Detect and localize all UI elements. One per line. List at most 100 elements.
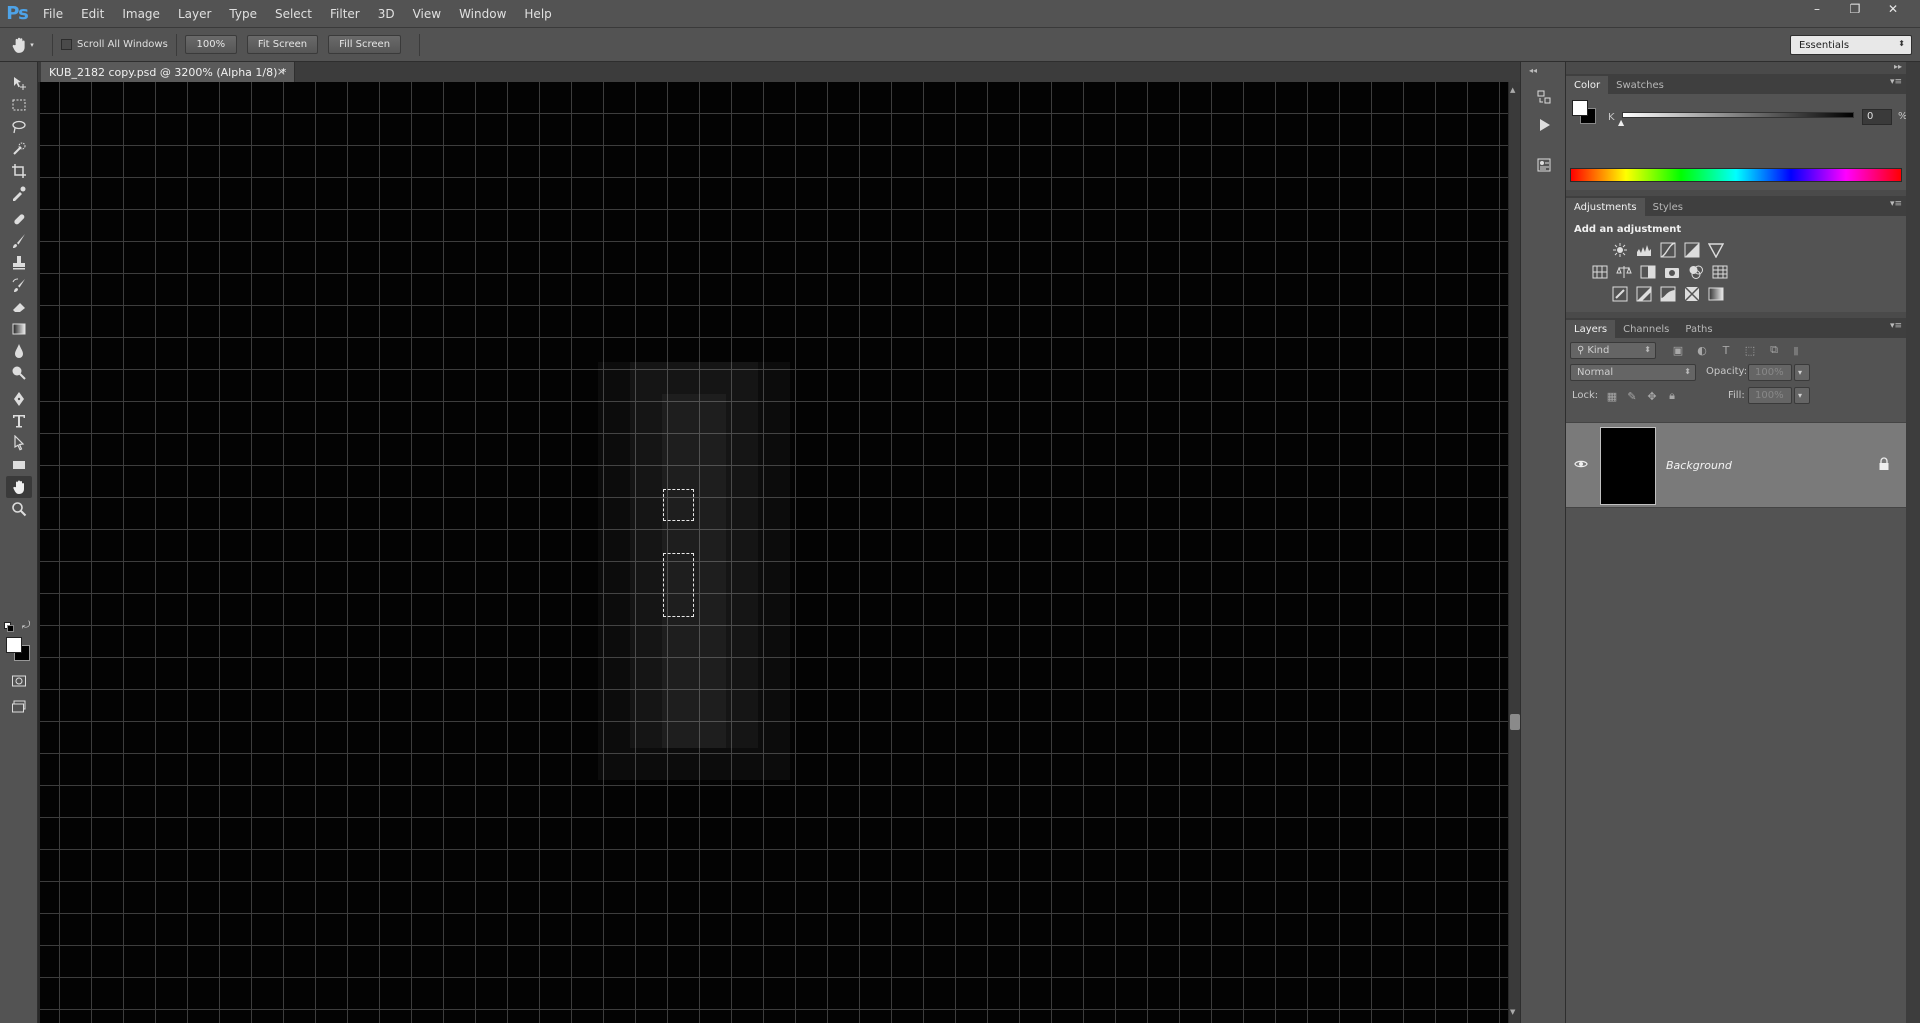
collapse-dock-icon[interactable]: ◂◂ [1529, 66, 1537, 75]
blend-mode-select[interactable]: Normal ⬍ [1570, 364, 1696, 381]
menu-select[interactable]: Select [266, 0, 321, 28]
close-button[interactable]: ✕ [1876, 0, 1910, 18]
screen-mode-icon[interactable] [6, 696, 32, 718]
menu-image[interactable]: Image [113, 0, 169, 28]
gradient-map-icon[interactable] [1708, 286, 1724, 302]
move-tool-icon[interactable] [6, 72, 32, 94]
panel-menu-icon[interactable]: ▾≡ [1890, 77, 1902, 87]
actions-panel-icon[interactable] [1533, 114, 1555, 136]
expand-dock-icon[interactable]: ▸▸ [1894, 62, 1902, 71]
panel-dock-scrollbar[interactable] [1906, 62, 1920, 1023]
properties-panel-icon[interactable] [1533, 154, 1555, 176]
default-colors-icon[interactable] [4, 622, 16, 632]
filter-toggle-icon[interactable]: ▮ [1788, 342, 1804, 358]
exposure-icon[interactable] [1684, 242, 1700, 258]
hand-tool-preset-icon[interactable]: ▾ [0, 28, 44, 62]
color-balance-icon[interactable] [1616, 264, 1632, 280]
curves-icon[interactable] [1660, 242, 1676, 258]
fit-screen-button[interactable]: Fit Screen [246, 35, 319, 54]
history-panel-icon[interactable] [1533, 86, 1555, 108]
photo-filter-icon[interactable] [1664, 264, 1680, 280]
layer-filter-kind-select[interactable]: ⚲ Kind ⬍ [1570, 342, 1656, 359]
swap-colors-icon[interactable]: ⤾ [22, 620, 30, 631]
foreground-color-swatch[interactable] [1572, 100, 1588, 116]
color-swatches[interactable] [6, 637, 30, 661]
quick-selection-icon[interactable] [6, 138, 32, 160]
posterize-icon[interactable] [1636, 286, 1652, 302]
tab-color[interactable]: Color [1566, 76, 1609, 94]
quick-mask-icon[interactable] [6, 670, 32, 692]
rectangle-shape-icon[interactable] [6, 454, 32, 476]
tab-styles[interactable]: Styles [1645, 198, 1691, 216]
document-canvas[interactable] [40, 82, 1508, 1023]
k-value-field[interactable]: 0 [1862, 109, 1892, 125]
healing-brush-icon[interactable] [6, 208, 32, 230]
tab-adjustments[interactable]: Adjustments [1566, 198, 1645, 216]
filter-pixel-icon[interactable]: ▣ [1670, 342, 1686, 358]
lock-all-icon[interactable]: 🔒︎ [1664, 388, 1680, 404]
menu-layer[interactable]: Layer [169, 0, 220, 28]
filter-smart-object-icon[interactable]: ⧉ [1766, 342, 1782, 358]
levels-icon[interactable] [1636, 242, 1652, 258]
color-lookup-icon[interactable] [1712, 264, 1728, 280]
fill-field[interactable]: 100% [1748, 387, 1792, 404]
layer-thumbnail[interactable] [1600, 427, 1656, 505]
panel-menu-icon[interactable]: ▾≡ [1890, 321, 1902, 331]
type-tool-icon[interactable] [6, 410, 32, 432]
path-selection-icon[interactable] [6, 432, 32, 454]
menu-file[interactable]: File [34, 0, 72, 28]
filter-type-icon[interactable]: T [1718, 342, 1734, 358]
minimize-button[interactable]: – [1800, 0, 1834, 18]
workspace-select[interactable]: Essentials ⬍ [1790, 35, 1912, 55]
tab-swatches[interactable]: Swatches [1608, 76, 1672, 94]
menu-edit[interactable]: Edit [72, 0, 113, 28]
vibrance-icon[interactable] [1708, 242, 1724, 258]
foreground-color-swatch[interactable] [6, 637, 22, 653]
zoom-tool-icon[interactable] [6, 498, 32, 520]
panel-menu-icon[interactable]: ▾≡ [1890, 199, 1902, 209]
hue-saturation-icon[interactable] [1592, 264, 1608, 280]
zoom-100-button[interactable]: 100% [184, 35, 237, 54]
layer-row-background[interactable]: Background [1566, 422, 1906, 508]
menu-type[interactable]: Type [220, 0, 266, 28]
pen-tool-icon[interactable] [6, 388, 32, 410]
brush-tool-icon[interactable] [6, 230, 32, 252]
scroll-up-icon[interactable]: ▲ [1510, 86, 1515, 94]
k-slider-handle[interactable]: ▲ [1618, 118, 1624, 127]
fill-screen-button[interactable]: Fill Screen [328, 35, 402, 54]
lock-image-pixels-icon[interactable]: ✎ [1624, 388, 1640, 404]
filter-shape-icon[interactable]: ⬚ [1742, 342, 1758, 358]
gradient-tool-icon[interactable] [6, 318, 32, 340]
rectangular-marquee-icon[interactable] [6, 94, 32, 116]
menu-filter[interactable]: Filter [321, 0, 369, 28]
color-spectrum-bar[interactable] [1570, 168, 1902, 182]
brightness-contrast-icon[interactable] [1612, 242, 1628, 258]
lasso-tool-icon[interactable] [6, 116, 32, 138]
layer-name[interactable]: Background [1666, 459, 1732, 472]
tab-channels[interactable]: Channels [1615, 320, 1677, 338]
k-slider-track[interactable] [1622, 112, 1854, 118]
eraser-tool-icon[interactable] [6, 296, 32, 318]
canvas-vertical-scrollbar[interactable]: ▲ ▼ [1508, 82, 1520, 1023]
fill-dropdown[interactable]: ▾ [1794, 387, 1810, 404]
scrollbar-thumb[interactable] [1510, 714, 1520, 730]
close-tab-icon[interactable]: × [277, 65, 286, 78]
checkbox-box[interactable] [61, 39, 72, 50]
document-tab[interactable]: KUB_2182 copy.psd @ 3200% (Alpha 1/8) * … [41, 62, 295, 82]
selective-color-icon[interactable] [1684, 286, 1700, 302]
hand-tool-icon[interactable] [6, 476, 32, 498]
restore-button[interactable]: ❐ [1838, 0, 1872, 18]
color-panel-swatches[interactable] [1572, 100, 1598, 126]
eye-icon[interactable] [1574, 457, 1590, 473]
black-white-icon[interactable] [1640, 264, 1656, 280]
menu-view[interactable]: View [404, 0, 450, 28]
tab-paths[interactable]: Paths [1677, 320, 1720, 338]
menu-help[interactable]: Help [515, 0, 560, 28]
lock-position-icon[interactable]: ✥ [1644, 388, 1660, 404]
dodge-tool-icon[interactable] [6, 362, 32, 384]
history-brush-icon[interactable] [6, 274, 32, 296]
eyedropper-icon[interactable] [6, 182, 32, 204]
invert-icon[interactable] [1612, 286, 1628, 302]
clone-stamp-icon[interactable] [6, 252, 32, 274]
menu-window[interactable]: Window [450, 0, 515, 28]
